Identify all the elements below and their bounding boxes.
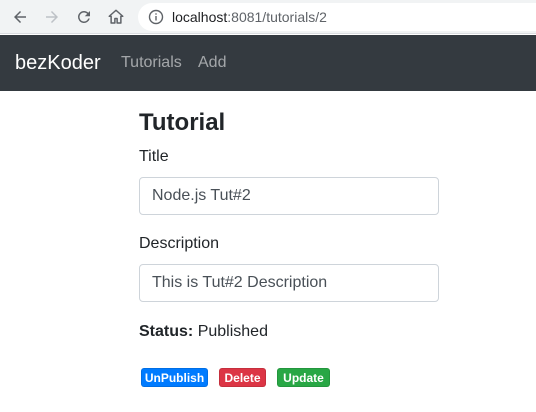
status-label: Status: [139,323,194,340]
url-path: :8081/tutorials/2 [227,9,327,25]
app-navbar: bezKoder Tutorials Add [0,35,536,91]
status-value: Published [197,323,268,340]
title-label: Title [139,148,169,165]
update-button[interactable]: Update [277,368,330,387]
home-button[interactable] [106,7,126,27]
arrow-left-icon [14,11,26,23]
delete-button[interactable]: Delete [219,368,266,387]
arrow-right-icon [46,11,58,23]
description-input[interactable] [139,264,439,302]
browser-toolbar: localhost:8081/tutorials/2 [0,0,536,34]
nav-link-add[interactable]: Add [198,54,226,72]
address-bar[interactable]: localhost:8081/tutorials/2 [138,3,536,31]
home-icon [108,9,124,24]
url-host: localhost [172,9,228,25]
info-icon[interactable] [148,9,164,25]
forward-button[interactable] [42,7,62,27]
tutorial-edit-form: Tutorial Title Description Status: Publi… [139,108,439,342]
brand-link[interactable]: bezKoder [15,52,101,75]
status-line: Status: Published [139,322,439,342]
reload-icon [77,10,90,23]
nav-link-tutorials[interactable]: Tutorials [121,54,182,72]
reload-button[interactable] [74,7,94,27]
unpublish-button[interactable]: UnPublish [141,368,208,387]
description-label: Description [139,235,220,252]
back-button[interactable] [10,7,30,27]
title-input[interactable] [139,177,439,215]
page-title: Tutorial [139,109,226,136]
